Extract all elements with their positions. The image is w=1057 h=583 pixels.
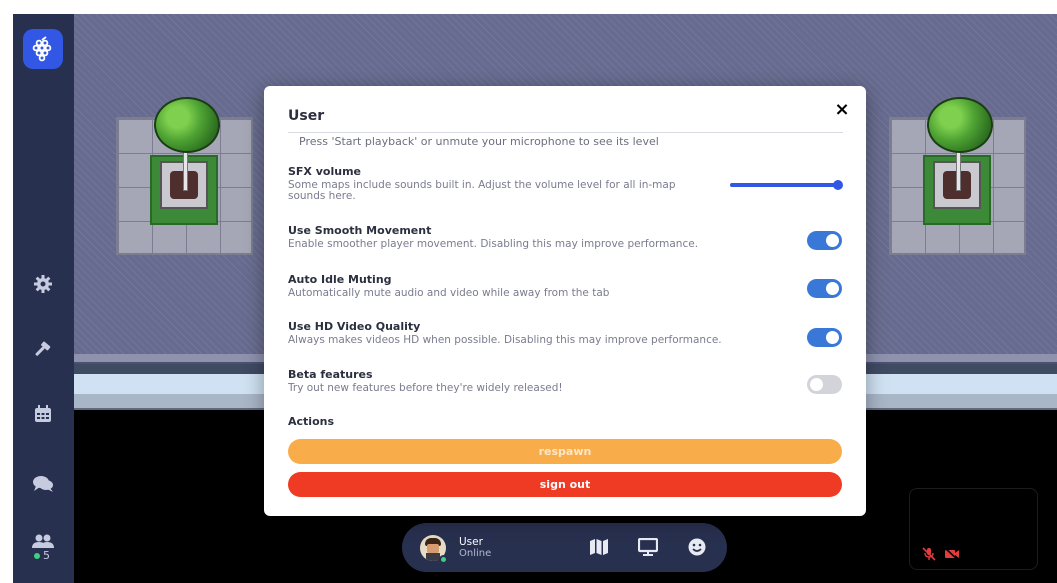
chat-bubbles-icon[interactable] <box>23 464 63 504</box>
slider-fill <box>730 183 838 187</box>
sfx-volume-slider[interactable] <box>730 180 843 190</box>
user-status: Online <box>459 548 492 559</box>
online-count: 5 <box>34 549 50 562</box>
setting-description: Try out new features before they're wide… <box>288 382 563 394</box>
beta-features-setting: Beta features Try out new features befor… <box>288 368 848 394</box>
setting-title: Use Smooth Movement <box>288 224 432 237</box>
gear-icon[interactable] <box>23 264 63 304</box>
emoji-icon[interactable] <box>685 535 709 559</box>
bottom-toolbar: User Online <box>402 523 727 572</box>
online-count-value: 5 <box>43 549 50 562</box>
auto-idle-muting-toggle[interactable] <box>807 279 842 298</box>
title-divider <box>288 132 843 133</box>
hammer-icon[interactable] <box>23 330 63 370</box>
tree-trunk <box>183 149 188 191</box>
setting-title: Use HD Video Quality <box>288 320 421 333</box>
tree-trunk <box>956 149 961 191</box>
setting-description: Always makes videos HD when possible. Di… <box>288 334 722 346</box>
hd-video-toggle[interactable] <box>807 328 842 347</box>
calendar-icon[interactable] <box>23 394 63 434</box>
tree-planter-right <box>889 97 1026 255</box>
gather-grapes-logo-icon[interactable] <box>23 29 63 69</box>
mic-level-hint: Press 'Start playback' or unmute your mi… <box>299 135 659 148</box>
user-name: User <box>459 536 483 548</box>
sfx-volume-setting: SFX volume Some maps include sounds buil… <box>288 165 708 202</box>
smooth-movement-setting: Use Smooth Movement Enable smoother play… <box>288 224 848 250</box>
tree-canopy <box>154 97 220 153</box>
setting-title: Auto Idle Muting <box>288 273 392 286</box>
online-status-dot <box>439 555 448 564</box>
self-video-tile[interactable] <box>909 488 1038 570</box>
sign-out-button[interactable]: sign out <box>288 472 842 497</box>
slider-handle[interactable] <box>833 180 843 190</box>
actions-heading: Actions <box>288 415 334 428</box>
setting-description: Automatically mute audio and video while… <box>288 287 610 299</box>
screen-share-icon[interactable] <box>636 535 660 559</box>
camera-off-icon[interactable] <box>944 547 960 561</box>
smooth-movement-toggle[interactable] <box>807 231 842 250</box>
setting-title: Beta features <box>288 368 373 381</box>
modal-title: User <box>288 108 325 124</box>
close-icon[interactable]: × <box>833 101 851 119</box>
beta-features-toggle[interactable] <box>807 375 842 394</box>
left-sidebar: 5 <box>13 14 74 583</box>
setting-title: SFX volume <box>288 165 361 178</box>
user-settings-modal: User × Press 'Start playback' or unmute … <box>264 86 866 516</box>
online-dot <box>34 552 40 559</box>
setting-description: Enable smoother player movement. Disabli… <box>288 238 699 250</box>
muted-mic-icon[interactable] <box>921 547 937 561</box>
hd-video-setting: Use HD Video Quality Always makes videos… <box>288 320 848 346</box>
auto-idle-muting-setting: Auto Idle Muting Automatically mute audi… <box>288 273 848 299</box>
tree-canopy <box>927 97 993 153</box>
respawn-button[interactable]: respawn <box>288 439 842 464</box>
map-icon[interactable] <box>587 535 611 559</box>
tree-planter-left <box>116 97 253 255</box>
setting-description: Some maps include sounds built in. Adjus… <box>288 179 676 202</box>
